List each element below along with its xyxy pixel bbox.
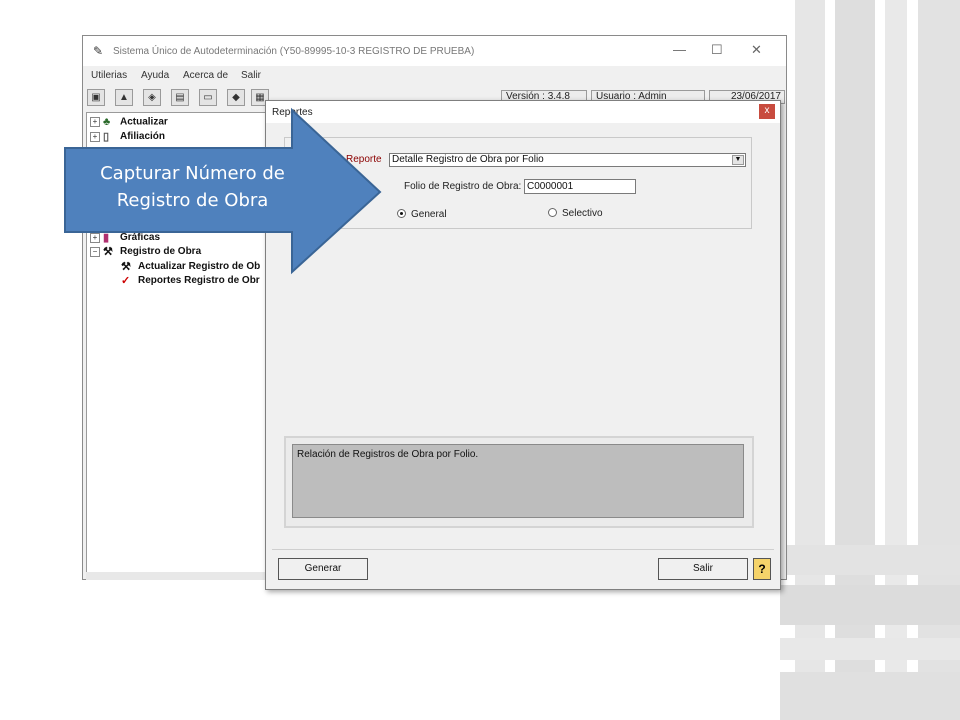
callout-line-2: Registro de Obra <box>116 190 269 211</box>
tree-label: Registro de Obra <box>120 246 202 258</box>
people-icon: ♣ <box>103 116 111 128</box>
tree-item-actualizar[interactable]: + ♣ Actualizar <box>90 116 168 128</box>
maximize-button[interactable]: ☐ <box>711 42 723 58</box>
callout-line-1: Capturar Número de <box>100 163 285 184</box>
chevron-down-icon[interactable]: ▼ <box>732 155 744 165</box>
close-button[interactable]: ✕ <box>751 42 762 58</box>
tree-item-graficas[interactable]: + ▮ Gráficas <box>90 231 160 244</box>
bg-stripe <box>780 638 960 660</box>
dialog-title-bar: Reportes x <box>266 101 780 123</box>
document-icon: ▯ <box>103 131 110 143</box>
tree-label: Actualizar <box>120 116 168 128</box>
tree-label: Gráficas <box>120 232 161 244</box>
tools-tool-icon[interactable]: ◆ <box>227 89 245 106</box>
minimize-button[interactable]: — <box>673 42 686 57</box>
menu-utilerias[interactable]: Utilerias <box>91 70 127 81</box>
tree-item-afiliacion[interactable]: + ▯ Afiliación <box>90 130 165 143</box>
tree-label: Reportes Registro de Obr <box>138 275 260 287</box>
tree-label: Afiliación <box>120 131 166 143</box>
dialog-button-bar: Generar Salir ? <box>272 549 774 586</box>
menu-ayuda[interactable]: Ayuda <box>141 70 169 81</box>
folio-input[interactable]: C0000001 <box>524 179 636 194</box>
report-type-select[interactable]: Detalle Registro de Obra por Folio ▼ <box>389 153 746 167</box>
bg-stripe <box>780 545 960 575</box>
bar-chart-icon: ▮ <box>103 232 110 244</box>
tree-item-reportes-registro[interactable]: ✓ Reportes Registro de Obr <box>121 274 260 287</box>
radio-general[interactable] <box>397 209 406 218</box>
menu-salir[interactable]: Salir <box>241 70 261 81</box>
dialog-title: Reportes <box>272 107 313 118</box>
hammer-icon: ⚒ <box>121 261 131 273</box>
eraser-tool-icon[interactable]: ▭ <box>199 89 217 106</box>
menu-acerca-de[interactable]: Acerca de <box>183 70 228 81</box>
radio-selectivo[interactable] <box>548 208 557 217</box>
window-title: Sistema Único de Autodeterminación (Y50-… <box>113 46 475 57</box>
tree-label: Actualizar Registro de Ob <box>138 261 261 273</box>
help-icon[interactable]: ? <box>753 558 771 580</box>
menu-bar: Utilerias Ayuda Acerca de Salir <box>83 66 786 84</box>
report-description: Relación de Registros de Obra por Folio. <box>292 444 744 518</box>
title-bar: ✎ Sistema Único de Autodeterminación (Y5… <box>83 36 786 66</box>
bg-stripe <box>780 585 960 625</box>
checkmark-icon: ✓ <box>121 275 131 287</box>
horizontal-scrollbar[interactable] <box>86 572 266 580</box>
generate-button[interactable]: Generar <box>278 558 368 580</box>
edit-tool-icon[interactable]: ◈ <box>143 89 161 106</box>
description-frame: Relación de Registros de Obra por Folio. <box>284 436 754 528</box>
radio-general-label[interactable]: General <box>411 209 447 220</box>
tree-item-registro-obra[interactable]: − ⚒ Registro de Obra <box>90 245 201 258</box>
reportes-dialog: Reportes x Reporte Detalle Registro de O… <box>265 100 781 590</box>
expand-icon[interactable]: + <box>90 131 100 142</box>
save-tool-icon[interactable]: ▤ <box>171 89 189 106</box>
bg-stripe <box>780 672 960 720</box>
radio-selectivo-label[interactable]: Selectivo <box>562 208 603 219</box>
hammer-icon: ⚒ <box>103 246 113 258</box>
search-tool-icon[interactable]: ▣ <box>87 89 105 106</box>
expand-icon[interactable]: + <box>90 117 100 127</box>
report-selected-value: Detalle Registro de Obra por Folio <box>392 154 544 165</box>
collapse-icon[interactable]: − <box>90 246 100 257</box>
app-icon: ✎ <box>93 44 104 58</box>
chart-tool-icon[interactable]: ▲ <box>115 89 133 106</box>
dialog-close-button[interactable]: x <box>759 104 775 119</box>
tree-item-actualizar-registro[interactable]: ⚒ Actualizar Registro de Ob <box>121 260 260 273</box>
expand-icon[interactable]: + <box>90 232 100 243</box>
callout-text: Capturar Número de Registro de Obra <box>70 160 315 214</box>
folio-label: Folio de Registro de Obra: <box>404 181 522 192</box>
report-label: Reporte <box>346 154 382 165</box>
exit-button[interactable]: Salir <box>658 558 748 580</box>
